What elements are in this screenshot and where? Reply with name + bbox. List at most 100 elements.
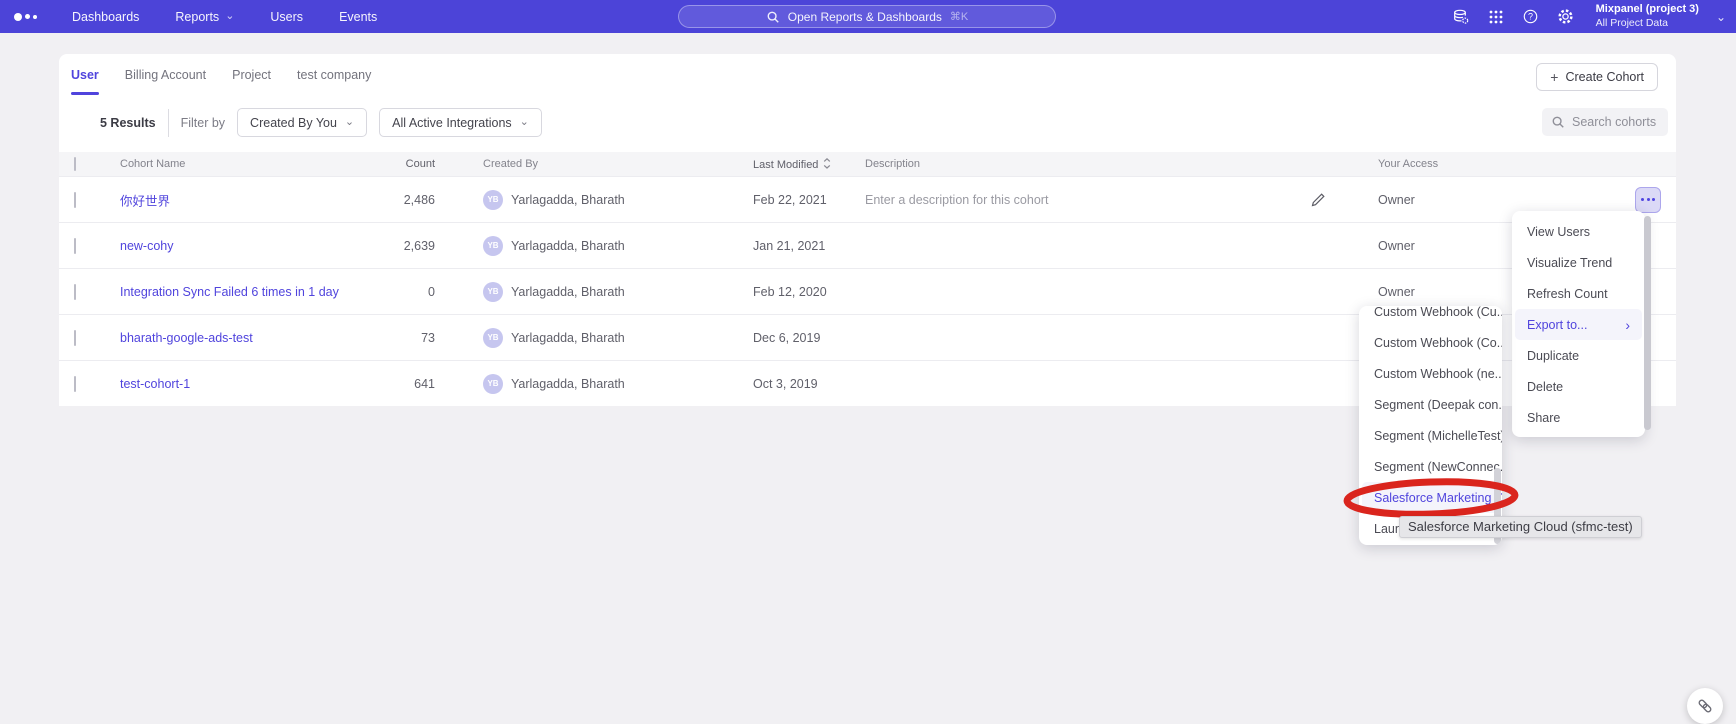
integrations-dropdown[interactable]: All Active Integrations ⌄ — [379, 108, 542, 137]
chevron-down-icon[interactable]: ⌄ — [1716, 10, 1726, 24]
apps-grid-icon[interactable] — [1487, 8, 1505, 26]
export-target-label: Custom Webhook (Cu... — [1374, 306, 1502, 319]
row-checkbox[interactable] — [74, 376, 76, 392]
row-actions-button[interactable] — [1635, 187, 1661, 213]
menu-item-delete[interactable]: Delete — [1515, 371, 1642, 402]
access-label: Owner — [1378, 193, 1415, 207]
search-icon — [1551, 115, 1565, 129]
export-target-item[interactable]: Custom Webhook (ne... — [1362, 358, 1499, 389]
last-modified-date: Dec 6, 2019 — [753, 331, 820, 345]
table-header: Cohort Name Count Created By Last Modifi… — [59, 152, 1676, 176]
last-modified-date: Oct 3, 2019 — [753, 377, 818, 391]
row-checkbox[interactable] — [74, 238, 76, 254]
cohort-row: 你好世界2,486YBYarlagadda, BharathFeb 22, 20… — [59, 176, 1676, 222]
cohort-count: 73 — [329, 331, 435, 345]
export-target-label: Custom Webhook (ne... — [1374, 367, 1502, 381]
menu-scrollbar[interactable] — [1644, 216, 1651, 430]
row-checkbox[interactable] — [74, 330, 76, 346]
link-button[interactable] — [1687, 688, 1723, 724]
nav-item-label: Users — [270, 10, 303, 24]
nav-item-events[interactable]: Events — [339, 10, 377, 24]
cohort-name-link[interactable]: test-cohort-1 — [120, 377, 190, 391]
mixpanel-logo-icon[interactable] — [14, 13, 48, 21]
avatar: YB — [483, 190, 503, 210]
search-icon — [766, 10, 780, 24]
create-cohort-button[interactable]: + Create Cohort — [1536, 63, 1658, 91]
export-target-item[interactable]: Salesforce Marketing C... — [1362, 482, 1499, 513]
last-modified-date: Feb 22, 2021 — [753, 193, 827, 207]
cohort-name-link[interactable]: bharath-google-ads-test — [120, 331, 253, 345]
export-target-item[interactable]: Custom Webhook (Co... — [1362, 327, 1499, 358]
tab-billing-account[interactable]: Billing Account — [125, 68, 206, 88]
nav-item-users[interactable]: Users — [270, 10, 303, 24]
export-target-label: Segment (Deepak con... — [1374, 398, 1502, 412]
data-management-icon[interactable] — [1452, 8, 1470, 26]
menu-item-duplicate[interactable]: Duplicate — [1515, 340, 1642, 371]
export-target-item[interactable]: Segment (Deepak con... — [1362, 389, 1499, 420]
avatar: YB — [483, 236, 503, 256]
results-count: 5 Results — [100, 116, 156, 130]
divider — [168, 109, 169, 137]
project-switcher[interactable]: Mixpanel (project 3) All Project Data — [1596, 3, 1699, 30]
avatar: YB — [483, 282, 503, 302]
nav-right-group: ? Mixpanel (project 3) All Project Data … — [1452, 0, 1726, 33]
created-by-name: Yarlagadda, Bharath — [511, 239, 625, 253]
export-targets-submenu: Custom Webhook (Cu... Custom Webhook (Co.… — [1359, 306, 1502, 545]
export-target-label: Segment (NewConnec... — [1374, 460, 1502, 474]
header-created-by: Created By — [483, 158, 538, 170]
menu-item-label: View Users — [1527, 225, 1590, 239]
nav-item-label: Dashboards — [72, 10, 139, 24]
global-search-placeholder: Open Reports & Dashboards — [788, 10, 942, 24]
sort-icon[interactable] — [823, 158, 831, 169]
settings-gear-icon[interactable] — [1557, 8, 1575, 26]
filter-by-label: Filter by — [181, 116, 225, 130]
help-icon[interactable]: ? — [1522, 8, 1540, 26]
menu-item-label: Visualize Trend — [1527, 256, 1612, 270]
menu-item-label: Export to... — [1527, 318, 1587, 332]
created-by-dropdown[interactable]: Created By You ⌄ — [237, 108, 367, 137]
export-target-item[interactable]: Custom Webhook (Cu... — [1362, 306, 1499, 327]
cohort-name-link[interactable]: new-cohy — [120, 239, 174, 253]
menu-item-export-to[interactable]: Export to...› — [1515, 309, 1642, 340]
header-your-access: Your Access — [1378, 158, 1438, 170]
avatar: YB — [483, 374, 503, 394]
menu-item-visualize-trend[interactable]: Visualize Trend — [1515, 247, 1642, 278]
edit-pencil-icon[interactable] — [1310, 192, 1326, 208]
access-label: Owner — [1378, 285, 1415, 299]
header-description: Description — [865, 158, 920, 170]
row-checkbox[interactable] — [74, 284, 76, 300]
tab-user[interactable]: User — [71, 68, 99, 88]
menu-item-share[interactable]: Share — [1515, 402, 1642, 433]
created-by-name: Yarlagadda, Bharath — [511, 377, 625, 391]
menu-item-refresh-count[interactable]: Refresh Count — [1515, 278, 1642, 309]
plus-icon: + — [1550, 69, 1558, 85]
tab-test-company[interactable]: test company — [297, 68, 371, 88]
header-last-modified[interactable]: Last Modified — [753, 157, 831, 171]
cohort-actions-menu: View UsersVisualize TrendRefresh CountEx… — [1512, 211, 1645, 437]
header-count: Count — [329, 158, 435, 170]
nav-item-dashboards[interactable]: Dashboards — [72, 10, 139, 24]
export-target-label: Custom Webhook (Co... — [1374, 336, 1502, 350]
nav-item-label: Reports — [175, 10, 219, 24]
export-target-label: Segment (MichelleTest) — [1374, 429, 1502, 443]
cohort-name-link[interactable]: Integration Sync Failed 6 times in 1 day — [120, 285, 339, 299]
chevron-down-icon: ⌄ — [520, 115, 529, 128]
cohort-count: 2,486 — [329, 193, 435, 207]
tab-project[interactable]: Project — [232, 68, 271, 88]
export-target-item[interactable]: Segment (MichelleTest) — [1362, 420, 1499, 451]
cohort-name-link[interactable]: 你好世界 — [120, 194, 170, 208]
global-search-button[interactable]: Open Reports & Dashboards ⌘K — [678, 5, 1056, 28]
select-all-checkbox[interactable] — [74, 157, 76, 171]
export-target-tooltip: Salesforce Marketing Cloud (sfmc-test) — [1399, 516, 1642, 538]
export-target-label: Salesforce Marketing C... — [1374, 491, 1502, 505]
export-target-item[interactable]: Segment (NewConnec... — [1362, 451, 1499, 482]
nav-item-label: Events — [339, 10, 377, 24]
menu-item-label: Share — [1527, 411, 1560, 425]
search-cohorts-input[interactable]: Search cohorts — [1542, 108, 1668, 136]
cohort-count: 641 — [329, 377, 435, 391]
description-input[interactable]: Enter a description for this cohort — [865, 193, 1048, 207]
nav-item-reports[interactable]: Reports⌄ — [175, 10, 234, 24]
menu-item-view-users[interactable]: View Users — [1515, 216, 1642, 247]
menu-item-label: Delete — [1527, 380, 1563, 394]
row-checkbox[interactable] — [74, 192, 76, 208]
